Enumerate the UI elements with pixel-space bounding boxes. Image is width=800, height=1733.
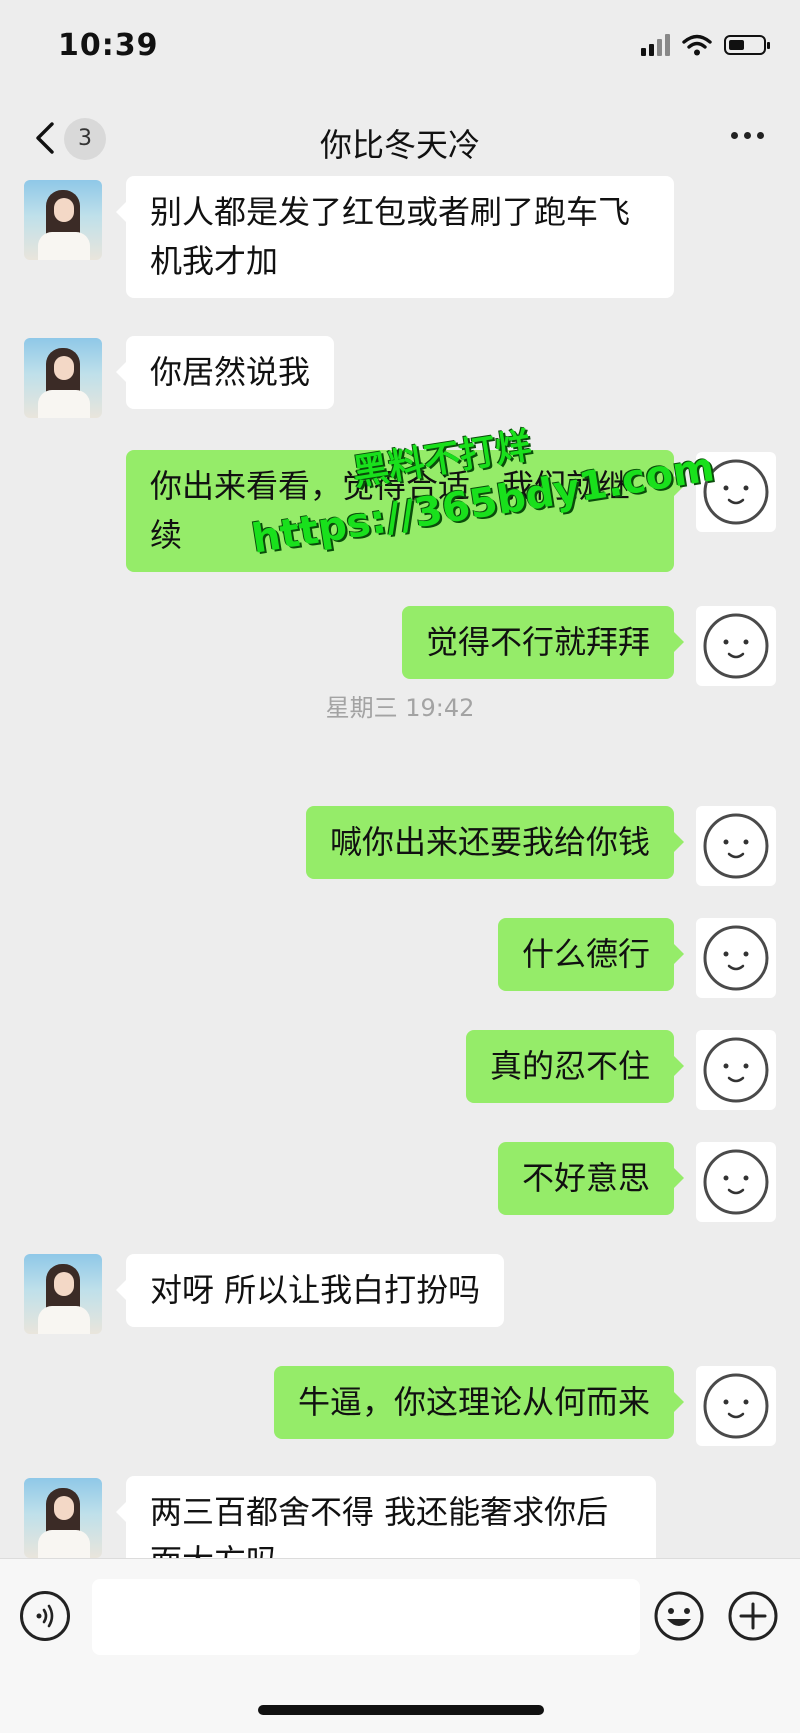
emoji-icon[interactable] (652, 1589, 706, 1643)
signal-icon (641, 34, 670, 56)
contact-avatar[interactable] (24, 338, 102, 418)
message-list[interactable]: 别人都是发了红包或者刷了跑车飞机我才加 你居然说我 你出来看看，觉得合适，我们就… (0, 176, 800, 1558)
contact-avatar[interactable] (24, 1478, 102, 1558)
smiley-avatar[interactable] (696, 606, 776, 686)
incoming-message[interactable]: 别人都是发了红包或者刷了跑车飞机我才加 (116, 176, 674, 298)
smiley-avatar[interactable] (696, 806, 776, 886)
contact-avatar[interactable] (24, 1254, 102, 1334)
status-time: 10:39 (58, 28, 159, 63)
smiley-face-icon (703, 813, 769, 879)
smiley-avatar[interactable] (696, 1366, 776, 1446)
wifi-icon (682, 34, 712, 56)
smiley-face-icon (703, 1373, 769, 1439)
voice-icon[interactable] (20, 1591, 70, 1641)
smiley-avatar[interactable] (696, 452, 776, 532)
outgoing-message[interactable]: 不好意思 (497, 1142, 685, 1215)
input-bar (0, 1558, 800, 1733)
message-input[interactable] (92, 1579, 640, 1655)
message-timestamp: 星期三 19:42 (325, 694, 475, 722)
smiley-avatar[interactable] (696, 918, 776, 998)
outgoing-message[interactable]: 喊你出来还要我给你钱 (305, 806, 685, 879)
smiley-face-icon (703, 1037, 769, 1103)
incoming-message[interactable]: 对呀 所以让我白打扮吗 (115, 1254, 505, 1327)
plus-icon[interactable] (726, 1589, 780, 1643)
smiley-face-icon (703, 613, 769, 679)
battery-icon (724, 35, 770, 55)
outgoing-message[interactable]: 什么德行 (497, 918, 685, 991)
outgoing-message[interactable]: 你出来看看，觉得合适，我们就继续 (126, 450, 684, 572)
outgoing-message[interactable]: 真的忍不住 (465, 1030, 685, 1103)
outgoing-message[interactable]: 觉得不行就拜拜 (401, 606, 685, 679)
incoming-message[interactable]: 你居然说我 (115, 336, 335, 409)
smiley-face-icon (703, 459, 769, 525)
status-bar: 10:39 (0, 0, 800, 100)
chat-header: 3 你比冬天冷 (0, 100, 800, 176)
home-indicator[interactable] (258, 1705, 544, 1715)
incoming-message[interactable]: 两三百都舍不得 我还能奢求你后面大方吗 (116, 1476, 656, 1558)
outgoing-message[interactable]: 牛逼，你这理论从何而来 (273, 1366, 685, 1439)
more-dots-icon[interactable] (728, 124, 772, 154)
chat-title: 你比冬天冷 (319, 126, 480, 164)
smiley-face-icon (703, 1149, 769, 1215)
contact-avatar[interactable] (24, 180, 102, 260)
smiley-avatar[interactable] (696, 1030, 776, 1110)
smiley-avatar[interactable] (696, 1142, 776, 1222)
smiley-face-icon (703, 925, 769, 991)
status-icons (641, 34, 770, 56)
